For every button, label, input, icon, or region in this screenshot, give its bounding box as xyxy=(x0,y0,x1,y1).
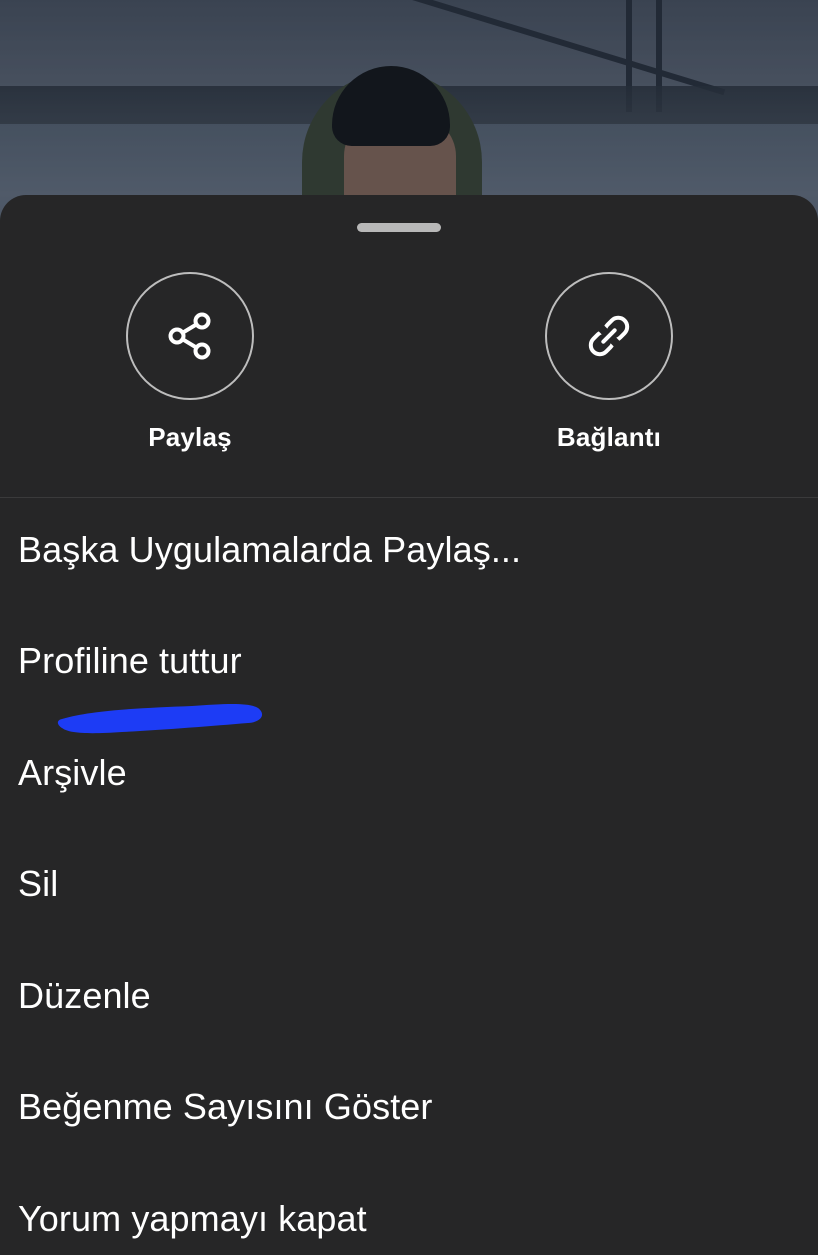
share-icon xyxy=(168,312,211,360)
menu-item-share-other-apps[interactable]: Başka Uygulamalarda Paylaş... xyxy=(0,498,818,610)
menu-item-turn-off-comments[interactable]: Yorum yapmayı kapat xyxy=(0,1167,818,1255)
share-button[interactable]: Paylaş xyxy=(80,272,300,462)
share-icon-circle[interactable] xyxy=(126,272,254,400)
highlight-scribble xyxy=(57,704,263,734)
options-menu: Başka Uygulamalarda Paylaş... Profiline … xyxy=(0,498,818,1255)
menu-item-edit[interactable]: Düzenle xyxy=(0,944,818,1056)
drag-handle[interactable] xyxy=(357,223,441,232)
screen: Paylaş Bağlantı Başka Uygulamalarda Payl… xyxy=(0,0,818,1255)
menu-item-label: Yorum yapmayı kapat xyxy=(18,1197,367,1239)
link-label: Bağlantı xyxy=(556,422,662,452)
menu-item-label: Sil xyxy=(18,863,59,905)
menu-item-label: Arşivle xyxy=(18,751,127,793)
menu-item-label: Beğenme Sayısını Göster xyxy=(18,1086,433,1128)
link-icon-circle[interactable] xyxy=(545,272,673,400)
menu-item-delete[interactable]: Sil xyxy=(0,833,818,945)
menu-item-label: Başka Uygulamalarda Paylaş... xyxy=(18,528,522,570)
share-label: Paylaş xyxy=(148,422,232,452)
link-button[interactable]: Bağlantı xyxy=(499,272,719,462)
menu-item-show-like-count[interactable]: Beğenme Sayısını Göster xyxy=(0,1056,818,1168)
menu-item-label: Profiline tuttur xyxy=(18,640,242,682)
menu-item-label: Düzenle xyxy=(18,974,151,1016)
link-icon xyxy=(588,315,630,357)
